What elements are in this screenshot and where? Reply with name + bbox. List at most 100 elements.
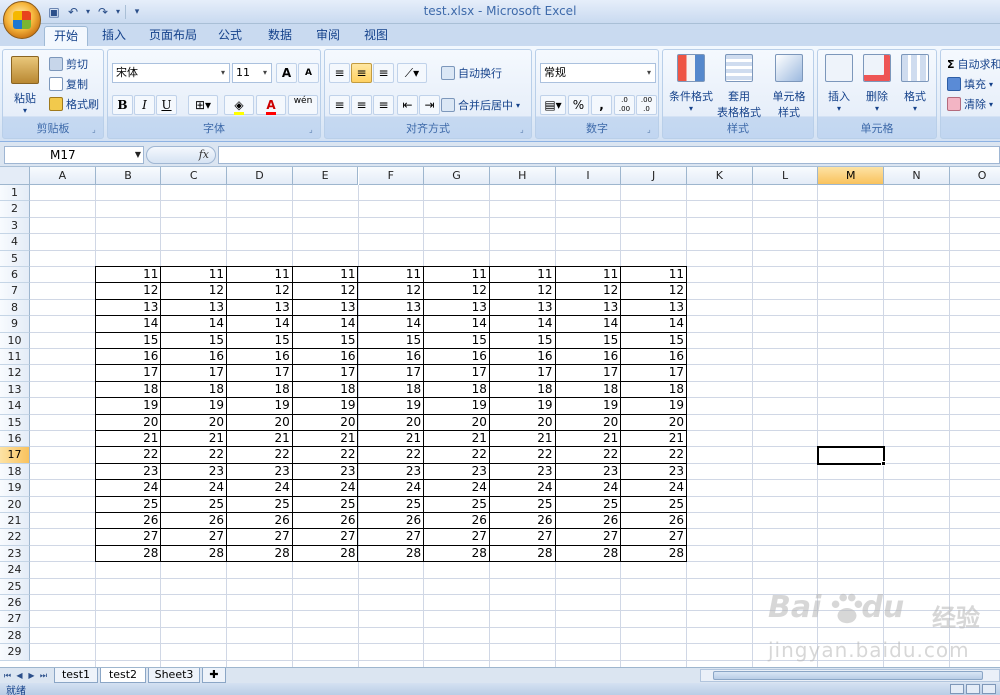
table-cell[interactable]: 19: [358, 398, 425, 415]
tab-page-layout[interactable]: 页面布局: [144, 26, 202, 46]
table-cell[interactable]: 17: [292, 365, 359, 382]
row-header-4[interactable]: 4: [0, 234, 30, 251]
table-cell[interactable]: 11: [424, 267, 490, 284]
table-cell[interactable]: 24: [95, 480, 162, 497]
table-cell[interactable]: 22: [489, 447, 556, 464]
table-cell[interactable]: 11: [292, 267, 359, 284]
row-header-16[interactable]: 16: [0, 431, 30, 448]
column-header-l[interactable]: L: [752, 167, 819, 185]
table-cell[interactable]: 20: [161, 414, 228, 431]
next-sheet-icon[interactable]: ▶: [26, 669, 37, 682]
table-cell[interactable]: 19: [161, 398, 228, 415]
table-cell[interactable]: 17: [95, 365, 162, 382]
row-header-1[interactable]: 1: [0, 185, 30, 202]
table-cell[interactable]: 28: [227, 545, 293, 563]
align-bottom-button[interactable]: ≡: [373, 63, 394, 83]
underline-button[interactable]: U: [156, 95, 177, 115]
table-cell[interactable]: 11: [227, 267, 293, 284]
table-cell[interactable]: 19: [292, 398, 359, 415]
first-sheet-icon[interactable]: ⏮: [2, 669, 13, 682]
conditional-formatting-button[interactable]: 条件格式 ▾: [665, 54, 717, 113]
table-cell[interactable]: 23: [95, 463, 162, 481]
table-cell[interactable]: 16: [161, 349, 228, 366]
sheet-tab-test1[interactable]: test1: [54, 668, 98, 683]
table-cell[interactable]: 16: [358, 349, 425, 366]
name-box[interactable]: M17 ▼: [4, 146, 144, 164]
row-header-26[interactable]: 26: [0, 595, 30, 612]
clipboard-launcher-icon[interactable]: ⌟: [92, 126, 100, 134]
table-cell[interactable]: 14: [292, 316, 359, 333]
column-header-h[interactable]: H: [489, 167, 556, 185]
percent-button[interactable]: %: [568, 95, 589, 115]
column-header-a[interactable]: A: [30, 167, 96, 185]
comma-button[interactable]: ,: [591, 95, 612, 115]
tab-data[interactable]: 数据: [262, 26, 298, 46]
table-cell[interactable]: 22: [95, 447, 162, 464]
table-cell[interactable]: 18: [358, 381, 425, 399]
table-cell[interactable]: 18: [621, 381, 687, 399]
table-cell[interactable]: 27: [621, 529, 687, 546]
table-cell[interactable]: 23: [292, 463, 359, 481]
table-cell[interactable]: 23: [424, 463, 490, 481]
table-cell[interactable]: 26: [621, 513, 687, 530]
format-as-table-button[interactable]: 套用 表格格式: [715, 54, 763, 120]
table-cell[interactable]: 19: [227, 398, 293, 415]
table-cell[interactable]: 13: [555, 299, 622, 317]
table-cell[interactable]: 15: [621, 332, 687, 349]
table-cell[interactable]: 24: [161, 480, 228, 497]
select-all-button[interactable]: [0, 167, 30, 185]
table-cell[interactable]: 16: [621, 349, 687, 366]
tab-review[interactable]: 审阅: [310, 26, 346, 46]
fill-handle[interactable]: [881, 460, 887, 466]
table-cell[interactable]: 27: [489, 529, 556, 546]
table-cell[interactable]: 22: [227, 447, 293, 464]
column-header-o[interactable]: O: [949, 167, 1000, 185]
table-cell[interactable]: 18: [292, 381, 359, 399]
table-cell[interactable]: 22: [161, 447, 228, 464]
formula-input[interactable]: [218, 146, 1000, 164]
table-cell[interactable]: 21: [489, 431, 556, 448]
table-cell[interactable]: 27: [95, 529, 162, 546]
table-cell[interactable]: 24: [292, 480, 359, 497]
table-cell[interactable]: 12: [424, 283, 490, 300]
row-header-9[interactable]: 9: [0, 316, 30, 333]
table-cell[interactable]: 14: [489, 316, 556, 333]
row-header-10[interactable]: 10: [0, 332, 30, 349]
borders-button[interactable]: ⊞▾: [188, 95, 218, 115]
table-cell[interactable]: 21: [358, 431, 425, 448]
table-cell[interactable]: 18: [227, 381, 293, 399]
font-size-select[interactable]: 11 ▾: [232, 63, 272, 83]
table-cell[interactable]: 21: [161, 431, 228, 448]
table-cell[interactable]: 11: [555, 267, 622, 284]
table-cell[interactable]: 20: [621, 414, 687, 431]
table-cell[interactable]: 13: [292, 299, 359, 317]
table-cell[interactable]: 18: [424, 381, 490, 399]
table-cell[interactable]: 20: [424, 414, 490, 431]
table-cell[interactable]: 16: [95, 349, 162, 366]
prev-sheet-icon[interactable]: ◀: [14, 669, 25, 682]
decrease-decimal-button[interactable]: .00 .0: [636, 95, 657, 115]
table-cell[interactable]: 25: [489, 496, 556, 513]
table-cell[interactable]: 23: [227, 463, 293, 481]
table-cell[interactable]: 17: [621, 365, 687, 382]
table-cell[interactable]: 25: [358, 496, 425, 513]
table-cell[interactable]: 15: [161, 332, 228, 349]
table-cell[interactable]: 11: [621, 267, 687, 284]
table-cell[interactable]: 18: [489, 381, 556, 399]
table-cell[interactable]: 16: [292, 349, 359, 366]
table-cell[interactable]: 23: [621, 463, 687, 481]
row-header-14[interactable]: 14: [0, 398, 30, 415]
shrink-font-button[interactable]: A: [298, 63, 319, 83]
table-cell[interactable]: 28: [358, 545, 425, 563]
row-header-5[interactable]: 5: [0, 250, 30, 267]
table-cell[interactable]: 23: [489, 463, 556, 481]
horizontal-scroll-thumb[interactable]: [713, 671, 983, 680]
column-header-j[interactable]: J: [621, 167, 687, 185]
column-header-i[interactable]: I: [555, 167, 622, 185]
table-cell[interactable]: 16: [555, 349, 622, 366]
table-cell[interactable]: 20: [555, 414, 622, 431]
row-header-23[interactable]: 23: [0, 545, 30, 563]
table-cell[interactable]: 17: [161, 365, 228, 382]
table-cell[interactable]: 26: [292, 513, 359, 530]
table-cell[interactable]: 21: [95, 431, 162, 448]
